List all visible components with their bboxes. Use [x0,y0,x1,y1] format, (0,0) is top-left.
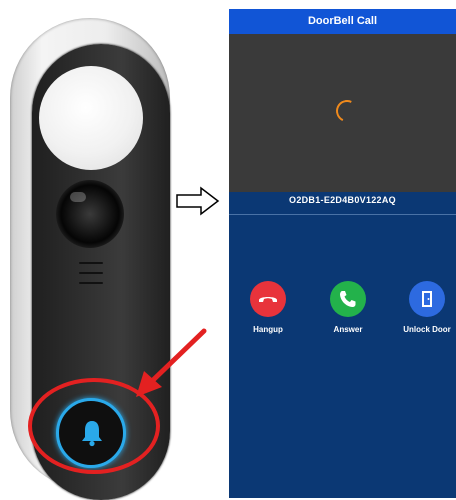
unlock-door-button[interactable]: Unlock Door [397,281,456,334]
doorbell-call-screen: DoorBell Call O2DB1-E2D4B0V122AQ Hangup … [229,9,456,498]
answer-button[interactable]: Answer [318,281,378,334]
speaker-slot [79,272,103,274]
unlock-door-label: Unlock Door [403,325,451,334]
hangup-label: Hangup [253,325,283,334]
pointer-arrow-icon [136,328,207,397]
loading-spinner-icon [332,96,362,126]
camera-lens [56,180,124,248]
device-id: O2DB1-E2D4B0V122AQ [289,195,396,205]
screen-title: DoorBell Call [229,9,456,34]
motion-sensor [39,66,143,170]
divider [229,214,456,215]
speaker-slot [79,282,103,284]
hangup-button[interactable]: Hangup [238,281,298,334]
door-icon[interactable] [409,281,445,317]
speaker-slot [79,262,103,264]
phone-hangup-icon[interactable] [250,281,286,317]
right-arrow-icon [176,186,220,216]
phone-answer-icon[interactable] [330,281,366,317]
video-preview [229,34,456,192]
answer-label: Answer [333,325,363,334]
